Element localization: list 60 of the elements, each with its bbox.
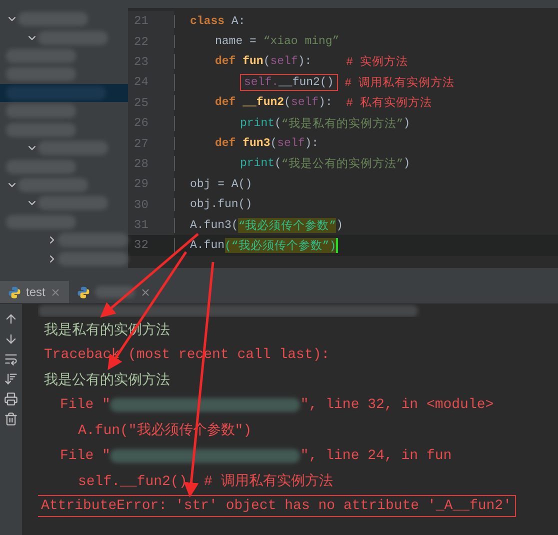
code-comment: # 私有实例方法	[346, 95, 432, 110]
code-token: self	[270, 55, 298, 68]
code-string: (“我必须传个参数”)	[224, 238, 336, 253]
trash-icon[interactable]	[4, 412, 18, 426]
code-token: ):	[298, 55, 313, 68]
error-text: ", line 32, in <module>	[300, 397, 494, 414]
error-text: ", line 24, in fun	[300, 448, 452, 464]
blurred-area	[58, 252, 128, 266]
code-token: )	[403, 157, 410, 170]
code-token: name =	[215, 35, 258, 48]
code-token: )	[336, 218, 344, 232]
blurred-area	[6, 104, 76, 118]
code-token: obj = A()	[190, 178, 252, 191]
code-string: “我必须传个参数”	[238, 218, 336, 233]
code-token: fun3	[242, 137, 270, 150]
code-token: print	[240, 157, 275, 170]
scroll-to-end-icon[interactable]	[4, 372, 18, 386]
code-token: (	[274, 116, 282, 130]
code-token: self.	[244, 76, 279, 89]
print-icon[interactable]	[4, 392, 18, 406]
code-token: self	[290, 96, 319, 110]
code-token: def	[215, 96, 236, 110]
code-token: “我是公有的实例方法”	[281, 156, 404, 172]
text-cursor	[336, 238, 338, 253]
code-token: )	[403, 116, 410, 130]
error-text: File "	[60, 397, 110, 414]
code-token: fun	[242, 55, 264, 68]
run-tab[interactable]: test	[0, 281, 70, 303]
wrap-text-icon[interactable]	[4, 352, 18, 366]
code-token: __fun2	[242, 96, 284, 110]
code-token: obj.fun()	[190, 198, 252, 212]
python-icon	[77, 286, 90, 298]
code-comment: # 调用私有实例方法	[344, 75, 454, 90]
code-token: (	[270, 137, 278, 150]
error-text: self.__fun2() # 调用私有实例方法	[78, 472, 333, 490]
python-icon	[8, 286, 21, 298]
code-token: A:	[230, 14, 246, 28]
blurred-area	[58, 233, 128, 248]
error-text: File "	[60, 448, 110, 464]
code-token: __fun2()	[278, 76, 334, 89]
code-token: self	[277, 137, 305, 150]
blurred-area	[6, 67, 76, 82]
output-text: 我是公有的实例方法	[44, 370, 170, 389]
code-token: A.fun	[190, 238, 225, 252]
code-token: class	[190, 14, 225, 28]
code-token: ):	[304, 137, 319, 150]
code-token: (	[263, 55, 270, 68]
code-token: “xiao ming”	[263, 35, 340, 48]
code-token: def	[215, 137, 236, 150]
blurred-area	[95, 286, 136, 298]
code-token: A.fun3(	[190, 218, 238, 232]
error-message: AttributeError: 'str' object has no attribute '_A__fun2'	[38, 494, 516, 517]
close-icon[interactable]	[140, 286, 152, 298]
code-token: def	[215, 55, 236, 68]
code-token: (	[284, 96, 291, 110]
code-token: print	[240, 116, 275, 130]
code-token: (	[274, 157, 282, 170]
code-token: “我是私有的实例方法”	[281, 116, 404, 131]
code-token: ):	[318, 96, 334, 110]
code-comment: # 实例方法	[346, 54, 408, 70]
